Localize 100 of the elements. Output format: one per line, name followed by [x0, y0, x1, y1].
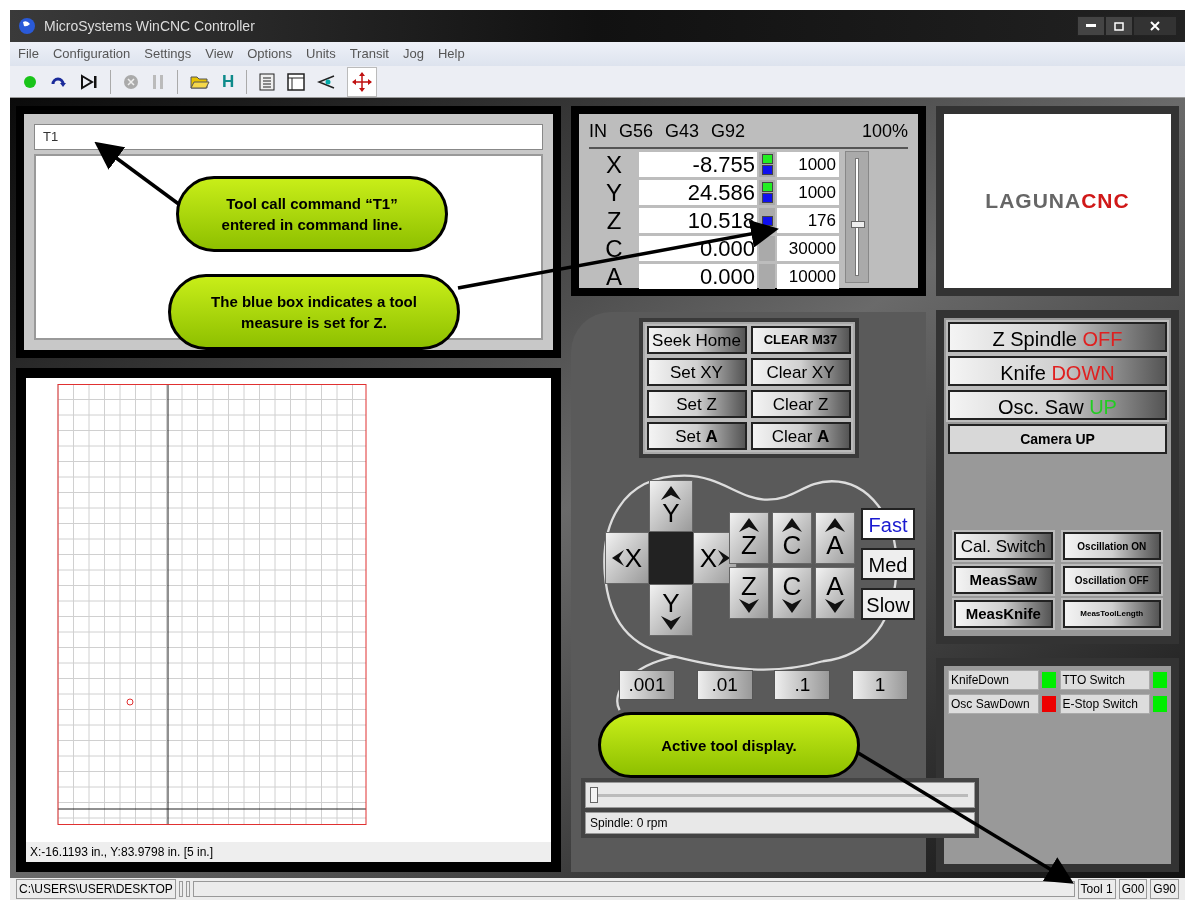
menu-item[interactable]: Transit — [349, 44, 389, 64]
axis-command-button[interactable]: Set Z — [646, 390, 747, 418]
jog-button[interactable]: Y — [649, 584, 693, 636]
mode-label: IN — [589, 120, 607, 143]
action-button[interactable]: Oscillation ON — [1062, 532, 1161, 560]
axis-label: C — [604, 236, 624, 261]
axis-label: Y — [662, 500, 680, 526]
axis-command-button[interactable]: CLEAR M37 — [750, 326, 851, 354]
input-label: Osc SawDown — [948, 694, 1039, 714]
axis-label: Z — [605, 208, 623, 233]
jog-pad-center — [649, 532, 693, 584]
axis-label: A — [826, 573, 844, 599]
jog-button[interactable]: C — [772, 567, 812, 619]
move-icon — [352, 71, 373, 92]
jog-move-button[interactable] — [347, 66, 378, 97]
axis-command-button[interactable]: Clear A — [750, 422, 851, 450]
callout-bubble: Tool call command “T1” entered in command line. — [176, 176, 448, 252]
action-button[interactable]: MeasKnife — [954, 600, 1053, 628]
status-panel — [185, 881, 190, 897]
jog-speed-button[interactable]: Slow — [861, 588, 915, 620]
axis-label: Y — [662, 590, 680, 616]
close-icon — [1150, 21, 1160, 31]
menu-item[interactable]: Configuration — [52, 44, 131, 64]
axis-label: Y — [605, 180, 623, 205]
spindle-slider[interactable] — [585, 782, 975, 808]
axis-command-button[interactable]: Clear Z — [750, 390, 851, 418]
step-size-button[interactable]: 1 — [851, 670, 908, 700]
jog-speed-button[interactable]: Med — [861, 548, 915, 580]
step-size-button[interactable]: .01 — [696, 670, 753, 700]
jog-button[interactable]: A — [815, 567, 855, 619]
command-line-field[interactable]: T1 — [34, 124, 543, 150]
status-panel — [178, 881, 183, 897]
axis-label: C — [782, 573, 802, 599]
minimize-icon — [1086, 24, 1096, 28]
jog-button[interactable]: Z — [729, 512, 769, 564]
menu-item[interactable]: Jog — [402, 44, 424, 64]
menu-item[interactable]: File — [18, 44, 39, 64]
axis-label: C — [782, 532, 802, 558]
axis-command-button[interactable]: Set XY — [646, 358, 747, 386]
status-path: C:\USERS\USER\DESKTOP — [16, 879, 176, 899]
jog-button[interactable]: Z — [729, 567, 769, 619]
feed-override-slider[interactable] — [845, 151, 869, 283]
logo: LAGUNACNC — [985, 188, 1130, 215]
action-button[interactable]: Oscillation OFF — [1062, 566, 1161, 594]
toggle-button[interactable]: Knife DOWN — [948, 356, 1167, 386]
app-globe-icon — [18, 17, 36, 35]
axis-label: Z — [741, 573, 757, 599]
position-readout: 10.518 — [639, 208, 757, 233]
menu-item[interactable]: Help — [437, 44, 465, 64]
step-icon[interactable] — [80, 73, 98, 90]
minimize-button[interactable] — [1077, 16, 1105, 36]
toggle-button[interactable]: Osc. Saw UP — [948, 390, 1167, 420]
home-button[interactable]: H — [222, 73, 235, 90]
jog-button[interactable]: Y — [649, 480, 693, 532]
callout-bubble: The blue box indicates a tool measure is set for Z. — [168, 274, 460, 350]
step-size-button[interactable]: .1 — [774, 670, 831, 700]
menu-item[interactable]: Options — [247, 44, 293, 64]
jog-speed-button[interactable]: Fast — [861, 508, 915, 540]
step-size-button[interactable]: .001 — [619, 670, 675, 700]
menu-item[interactable]: Units — [306, 44, 336, 64]
position-readout: 24.586 — [639, 180, 757, 205]
feed-readout: 1000 — [777, 152, 839, 177]
close-button[interactable] — [1133, 16, 1177, 36]
axis-label: Z — [741, 532, 757, 558]
notepad-icon[interactable] — [259, 72, 276, 91]
menu-item[interactable]: View — [205, 44, 234, 64]
maximize-button[interactable] — [1105, 16, 1133, 36]
action-button[interactable]: MeasToolLength — [1062, 600, 1161, 628]
active-tool-status: Tool 1 — [1077, 879, 1116, 899]
toggle-button[interactable]: Z Spindle OFF — [948, 322, 1167, 352]
axis-command-button[interactable]: Seek Home — [646, 326, 747, 354]
window-title: MicroSystems WinCNC Controller — [44, 16, 255, 36]
input-label: KnifeDown — [948, 670, 1039, 690]
mode-label: G56 — [619, 120, 654, 143]
menu-item[interactable]: Settings — [144, 44, 192, 64]
feed-readout: 10000 — [777, 264, 839, 289]
eye-icon[interactable] — [317, 74, 336, 89]
jog-button[interactable]: X — [605, 532, 649, 584]
axis-label: A — [605, 264, 623, 289]
slider-thumb[interactable] — [851, 220, 865, 228]
position-readout: -8.755 — [639, 152, 757, 177]
coordinates-readout: X:-16.1193 in., Y:83.9798 in. [5 in.] — [26, 842, 551, 862]
axis-command-button[interactable]: Clear XY — [750, 358, 851, 386]
callout-bubble: Active tool display. — [598, 712, 860, 778]
jog-button[interactable]: C — [772, 512, 812, 564]
axis-label: X — [699, 545, 718, 571]
axis-label: X — [605, 152, 623, 177]
folder-icon[interactable] — [190, 74, 210, 89]
action-button[interactable]: Cal. Switch — [954, 532, 1053, 560]
feed-readout: 176 — [777, 208, 839, 233]
input-label: TTO Switch — [1059, 670, 1150, 690]
axis-command-button[interactable]: Set A — [646, 422, 747, 450]
toggle-button[interactable]: Camera UP — [948, 424, 1167, 454]
mode-label: G43 — [665, 120, 700, 143]
axis-label: A — [826, 532, 844, 558]
slider-thumb[interactable] — [590, 787, 598, 803]
window-icon[interactable] — [287, 72, 306, 91]
maximize-icon — [1114, 21, 1124, 31]
action-button[interactable]: MeasSaw — [954, 566, 1053, 594]
jog-button[interactable]: A — [815, 512, 855, 564]
